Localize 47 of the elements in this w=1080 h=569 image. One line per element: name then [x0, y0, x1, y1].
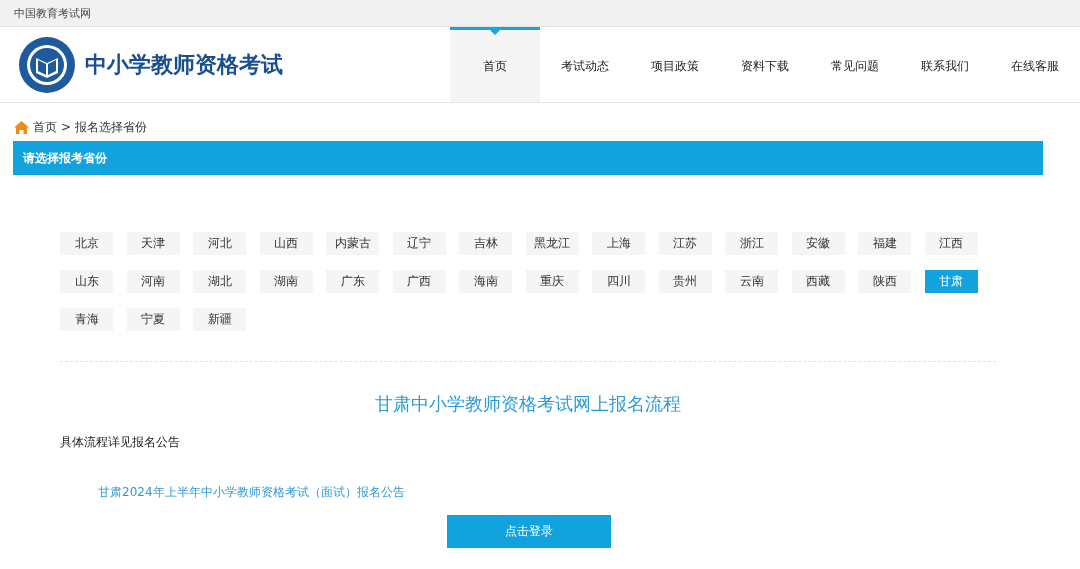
home-icon: [14, 120, 29, 134]
province-button[interactable]: 上海: [592, 232, 645, 255]
province-button[interactable]: 山西: [259, 232, 313, 255]
site-title: 中小学教师资格考试: [85, 50, 283, 79]
province-button[interactable]: 福建: [858, 232, 911, 255]
province-button[interactable]: 重庆: [525, 270, 579, 293]
province-button[interactable]: 北京: [60, 232, 113, 255]
province-button[interactable]: 湖南: [259, 270, 313, 293]
province-button[interactable]: 四川: [592, 270, 645, 293]
nav-item[interactable]: 项目政策: [630, 27, 720, 102]
province-button[interactable]: 贵州: [658, 270, 712, 293]
panel-title: 请选择报考省份: [23, 149, 107, 167]
nav-item[interactable]: 考试动态: [540, 27, 630, 102]
province-button[interactable]: 新疆: [193, 308, 246, 331]
breadcrumb-separator: >: [61, 120, 72, 134]
province-button[interactable]: 浙江: [725, 232, 778, 255]
province-button[interactable]: 广东: [326, 270, 379, 293]
nav-item[interactable]: 首页: [450, 27, 540, 102]
nav-item[interactable]: 资料下载: [720, 27, 810, 102]
process-note: 具体流程详见报名公告: [60, 435, 180, 449]
province-button[interactable]: 广西: [392, 270, 446, 293]
province-button[interactable]: 青海: [60, 308, 113, 331]
nav-item[interactable]: 在线客服: [990, 27, 1080, 102]
province-button[interactable]: 天津: [126, 232, 180, 255]
logo-icon: [18, 35, 76, 94]
process-heading: 甘肃中小学教师资格考试网上报名流程: [375, 393, 681, 414]
province-button[interactable]: 云南: [725, 270, 778, 293]
province-button[interactable]: 湖北: [193, 270, 246, 293]
province-button[interactable]: 海南: [459, 270, 512, 293]
nav-item[interactable]: 常见问题: [810, 27, 900, 102]
province-button[interactable]: 江苏: [658, 232, 712, 255]
province-button[interactable]: 内蒙古: [326, 232, 379, 255]
province-button[interactable]: 河北: [193, 232, 246, 255]
province-button[interactable]: 江西: [924, 232, 978, 255]
province-button[interactable]: 安徽: [791, 232, 845, 255]
nav-item[interactable]: 联系我们: [900, 27, 990, 102]
province-button[interactable]: 西藏: [791, 270, 845, 293]
breadcrumb-current: 报名选择省份: [75, 118, 148, 136]
province-button[interactable]: 宁夏: [126, 308, 180, 331]
province-button[interactable]: 黑龙江: [525, 232, 579, 255]
province-button[interactable]: 吉林: [459, 232, 512, 255]
province-button[interactable]: 河南: [126, 270, 180, 293]
province-button[interactable]: 山东: [60, 270, 113, 293]
province-button[interactable]: 陕西: [858, 270, 911, 293]
province-button[interactable]: 辽宁: [392, 232, 446, 255]
site-name: 中国教育考试网: [14, 5, 91, 21]
breadcrumb-home-link[interactable]: 首页: [33, 118, 57, 136]
